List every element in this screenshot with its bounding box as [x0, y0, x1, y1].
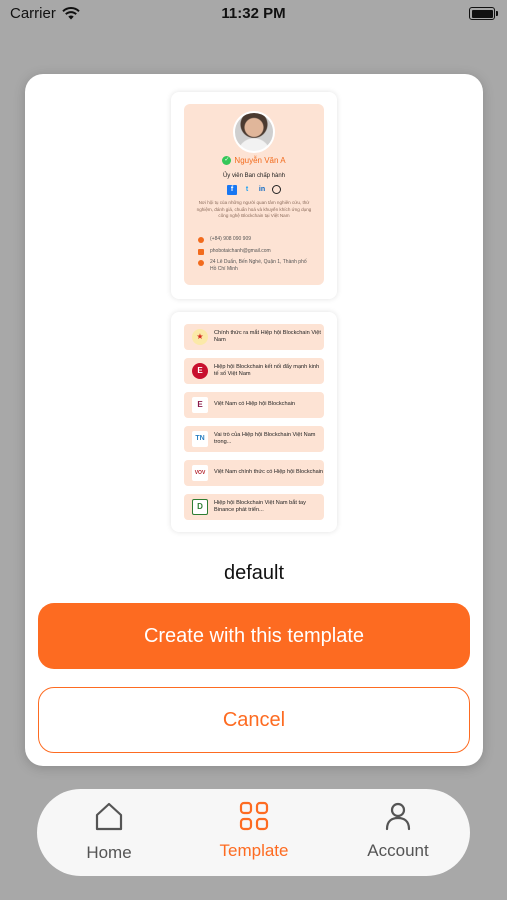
- profile-name: Nguyễn Văn A: [234, 156, 286, 165]
- news-preview-card: ★ Chính thức ra mắt Hiệp hội Blockchain …: [171, 312, 337, 532]
- twitter-icon: t: [245, 186, 249, 193]
- email-icon: [198, 248, 204, 255]
- tab-account[interactable]: Account: [343, 801, 453, 861]
- vov-icon: VOV: [192, 465, 208, 481]
- github-icon: [272, 185, 281, 194]
- news-item: E Hiệp hội Blockchain kết nối đẩy mạnh k…: [184, 358, 324, 384]
- grid-icon: [239, 801, 269, 831]
- template-name: default: [223, 562, 285, 584]
- d-icon: D: [192, 499, 208, 515]
- template-preview-modal: ✓ Nguyễn Văn A Ủy viên Ban chấp hành f t…: [25, 74, 483, 766]
- clock: 11:32 PM: [221, 5, 286, 22]
- status-bar: Carrier 11:32 PM: [0, 0, 507, 28]
- linkedin-icon: in: [258, 186, 266, 193]
- contact-address: 24 Lê Duẩn, Bến Nghé, Quận 1, Thành phố …: [198, 259, 314, 273]
- home-icon: [95, 802, 123, 831]
- news-item: ★ Chính thức ra mắt Hiệp hội Blockchain …: [184, 324, 324, 350]
- emblem-icon: ★: [192, 329, 208, 345]
- profile-title: Ủy viên Ban chấp hành: [222, 173, 286, 179]
- profile-card-inner: ✓ Nguyễn Văn A Ủy viên Ban chấp hành f t…: [184, 104, 324, 285]
- news-title: Hiệp hội Blockchain Việt Nam bắt tay Bin…: [214, 499, 306, 514]
- tab-template[interactable]: Template: [199, 801, 309, 861]
- news-item: VOV Việt Nam chính thức có Hiệp hội Bloc…: [184, 460, 324, 486]
- tab-account-label: Account: [367, 841, 429, 860]
- email-text: phobotaichanh@gmail.com: [210, 248, 271, 254]
- news-item: D Hiệp hội Blockchain Việt Nam bắt tay B…: [184, 494, 324, 520]
- name-row: ✓ Nguyễn Văn A: [184, 156, 324, 165]
- avatar: [233, 111, 275, 153]
- news-title: Hiệp hội Blockchain kết nối đẩy mạnh kin…: [214, 363, 320, 378]
- phone-icon: [198, 236, 204, 243]
- facebook-icon: f: [227, 185, 237, 195]
- news-title: Việt Nam có Hiệp hội Blockchain: [214, 401, 296, 408]
- profile-description: Nơi hội tụ của những người quan tâm nghi…: [196, 200, 312, 218]
- verified-check-icon: ✓: [222, 156, 232, 165]
- battery-icon: [469, 7, 498, 20]
- tab-home-label: Home: [86, 843, 132, 862]
- news-title: Chính thức ra mắt Hiệp hội Blockchain Vi…: [214, 329, 321, 344]
- user-icon: [385, 802, 411, 831]
- e-icon: E: [192, 363, 208, 379]
- news-item: TN Vai trò của Hiệp hội Blockchain Việt …: [184, 426, 324, 452]
- e-square-icon: E: [192, 397, 208, 413]
- location-icon: [198, 259, 204, 266]
- news-title: Vai trò của Hiệp hội Blockchain Việt Nam…: [214, 431, 316, 446]
- tn-icon: TN: [192, 431, 208, 447]
- contact-phone: (+84) 908 090 909: [198, 236, 314, 243]
- cancel-button[interactable]: Cancel: [38, 687, 470, 753]
- tab-template-label: Template: [219, 841, 289, 860]
- create-with-template-button[interactable]: Create with this template: [38, 603, 470, 669]
- news-title: Việt Nam chính thức có Hiệp hội Blockcha…: [214, 469, 324, 476]
- contact-email: phobotaichanh@gmail.com: [198, 248, 314, 255]
- address-text: 24 Lê Duẩn, Bến Nghé, Quận 1, Thành phố …: [210, 259, 307, 272]
- social-links: f t in: [184, 185, 324, 195]
- tab-bar: Home Template Account: [37, 789, 470, 876]
- phone-text: (+84) 908 090 909: [210, 236, 252, 242]
- news-item: E Việt Nam có Hiệp hội Blockchain: [184, 392, 324, 418]
- tab-home[interactable]: Home: [54, 801, 164, 863]
- profile-preview-card: ✓ Nguyễn Văn A Ủy viên Ban chấp hành f t…: [171, 92, 337, 299]
